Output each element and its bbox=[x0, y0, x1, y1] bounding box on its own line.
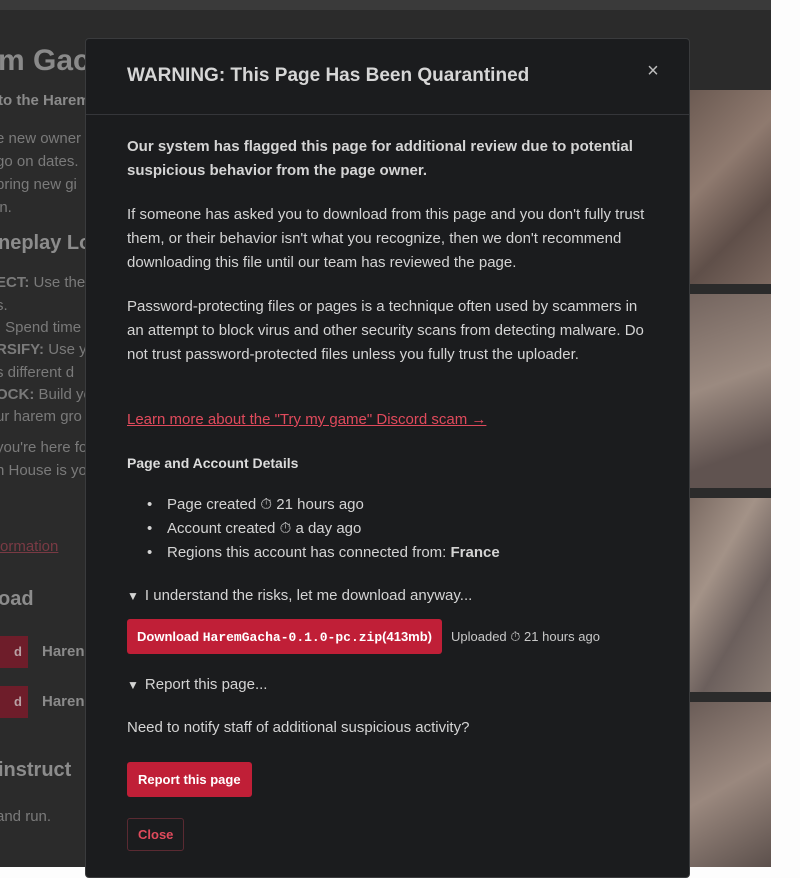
download-size: (413mb) bbox=[382, 629, 433, 644]
background-text-line: and run. bbox=[0, 808, 52, 825]
background-text-line: in. bbox=[0, 199, 12, 216]
background-loop-line: RSIFY: Use y bbox=[0, 341, 87, 358]
account-created-value: a day ago bbox=[295, 520, 362, 537]
stopwatch-icon: ⏱ bbox=[260, 496, 273, 513]
background-loop-line: OCK: Build yo bbox=[0, 386, 92, 403]
trust-warning-paragraph: If someone has asked you to download fro… bbox=[127, 206, 645, 271]
stopwatch-icon: ⏱ bbox=[510, 629, 521, 644]
uploaded-info: Uploaded ⏱ 21 hours ago bbox=[451, 629, 600, 645]
background-image-strip bbox=[688, 702, 771, 867]
page-created-label: Page created bbox=[167, 496, 257, 513]
uploaded-value: 21 hours ago bbox=[524, 629, 600, 644]
details-list: Page created ⏱ 21 hours ago Account crea… bbox=[147, 493, 500, 565]
notify-staff-text: Need to notify staff of additional suspi… bbox=[127, 719, 470, 736]
background-text-line: go on dates. bbox=[0, 153, 79, 170]
background-text-line: n House is yo bbox=[0, 462, 87, 479]
background-download-label: Haren bbox=[42, 643, 85, 660]
background-subtitle: to the Harem bbox=[0, 92, 90, 109]
password-warning-paragraph: Password-protecting files or pages is a … bbox=[127, 298, 644, 363]
background-info-link: ormation bbox=[0, 538, 59, 555]
background-image-strip bbox=[688, 294, 771, 488]
stopwatch-icon: ⏱ bbox=[279, 520, 292, 537]
triangle-down-icon: ▼ bbox=[127, 678, 139, 692]
regions-label: Regions this account has connected from: bbox=[167, 544, 447, 561]
background-loop-line: : Spend time bbox=[0, 319, 82, 336]
background-image-strip bbox=[688, 90, 771, 284]
list-item: Page created ⏱ 21 hours ago bbox=[147, 493, 500, 517]
background-loop-line: s. bbox=[0, 297, 8, 314]
discord-scam-link[interactable]: Learn more about the "Try my game" Disco… bbox=[127, 411, 486, 428]
download-button[interactable]: Download HaremGacha-0.1.0-pc.zip(413mb) bbox=[127, 619, 443, 654]
download-anyway-label: I understand the risks, let me download … bbox=[144, 587, 473, 604]
flagged-notice: Our system has flagged this page for add… bbox=[127, 138, 633, 179]
background-loop-line: ur harem gro bbox=[0, 408, 82, 425]
background-image-strip bbox=[688, 498, 771, 692]
uploaded-label: Uploaded bbox=[451, 629, 507, 644]
triangle-down-icon: ▼ bbox=[127, 589, 139, 603]
background-text-line: you're here fo bbox=[0, 439, 88, 456]
regions-value: France bbox=[450, 544, 500, 561]
background-instructions-heading: instruct bbox=[0, 759, 72, 781]
modal-header: WARNING: This Page Has Been Quarantined … bbox=[86, 39, 689, 115]
modal-title: WARNING: This Page Has Been Quarantined bbox=[127, 65, 530, 86]
report-toggle-label: Report this page... bbox=[144, 676, 268, 693]
report-page-button[interactable]: Report this page bbox=[127, 762, 252, 797]
download-filename: HaremGacha-0.1.0-pc.zip bbox=[202, 630, 383, 645]
background-loop-line: ECT: Use the bbox=[0, 274, 86, 291]
background-download-button: d bbox=[0, 636, 28, 668]
background-download-heading: oad bbox=[0, 588, 34, 610]
list-item: Regions this account has connected from:… bbox=[147, 541, 500, 565]
download-anyway-toggle[interactable]: ▼ I understand the risks, let me download… bbox=[127, 587, 472, 604]
background-title: m Gac bbox=[0, 44, 90, 77]
background-text-line: bring new gi bbox=[0, 176, 77, 193]
quarantine-modal: WARNING: This Page Has Been Quarantined … bbox=[85, 38, 690, 878]
background-text-line: e new owner bbox=[0, 130, 82, 147]
list-item: Account created ⏱ a day ago bbox=[147, 517, 500, 541]
background-download-button: d bbox=[0, 686, 28, 718]
background-download-label: Haren bbox=[42, 693, 85, 710]
account-created-label: Account created bbox=[167, 520, 276, 537]
background-loop-line: s different d bbox=[0, 364, 75, 381]
report-toggle[interactable]: ▼ Report this page... bbox=[127, 676, 267, 693]
details-heading: Page and Account Details bbox=[127, 455, 299, 471]
download-button-prefix: Download bbox=[137, 629, 203, 644]
page-created-value: 21 hours ago bbox=[276, 496, 364, 513]
close-button[interactable]: Close bbox=[127, 818, 185, 851]
background-topbar bbox=[0, 0, 771, 10]
close-icon[interactable]: × bbox=[643, 61, 663, 81]
